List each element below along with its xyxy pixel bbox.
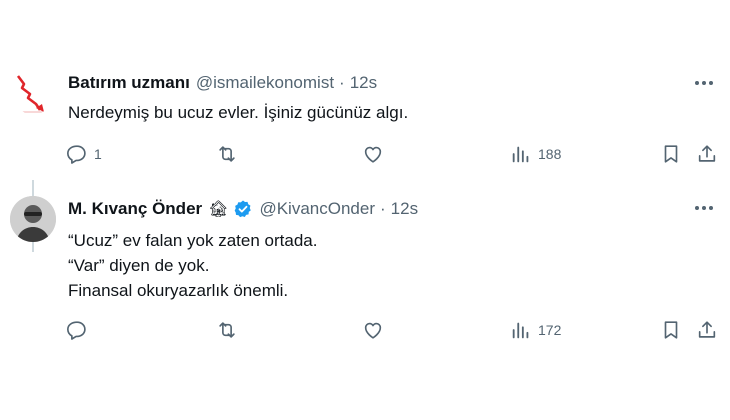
more-icon xyxy=(695,206,713,210)
tweet-text-line: Nerdeymiş bu ucuz evler. İşiniz gücünüz … xyxy=(68,103,409,122)
more-icon xyxy=(695,81,713,85)
views-chart-icon xyxy=(512,146,529,163)
heart-icon xyxy=(364,146,382,163)
views-button[interactable]: 188 xyxy=(510,142,561,166)
separator-dot: · xyxy=(339,73,345,92)
bookmark-icon xyxy=(664,321,678,339)
avatar[interactable] xyxy=(10,196,56,242)
tweet-text: “Ucuz” ev falan yok zaten ortada. “Var” … xyxy=(68,228,317,303)
like-button[interactable] xyxy=(362,318,390,342)
reply-button[interactable] xyxy=(66,318,94,342)
tweet-text-line: Finansal okuryazarlık önemli. xyxy=(68,281,289,300)
more-options-button[interactable] xyxy=(692,200,716,216)
heart-icon xyxy=(364,322,382,339)
more-options-button[interactable] xyxy=(692,75,716,91)
tweet-text-line: “Ucuz” ev falan yok zaten ortada. xyxy=(68,231,318,250)
share-button[interactable] xyxy=(696,142,718,166)
tweet-actions: 172 xyxy=(66,318,722,342)
author-name[interactable]: M. Kıvanç Önder xyxy=(68,199,202,219)
reply-button[interactable]: 1 xyxy=(66,142,102,166)
house-emoji: 🏚 xyxy=(208,201,229,218)
view-count: 172 xyxy=(538,322,562,338)
bookmark-button[interactable] xyxy=(660,142,682,166)
share-icon xyxy=(698,321,716,338)
author-handle[interactable]: @ismailekonomist xyxy=(196,73,334,93)
profile-photo-icon xyxy=(10,196,56,242)
tweet-time[interactable]: 12s xyxy=(350,73,377,93)
views-chart-icon xyxy=(512,322,529,339)
verified-icon xyxy=(235,200,252,218)
avatar[interactable] xyxy=(10,68,56,114)
tweet[interactable]: M. Kıvanç Önder 🏚 @KivancOnder · 12s “Uc… xyxy=(0,190,730,350)
tweet-header: M. Kıvanç Önder 🏚 @KivancOnder · 12s xyxy=(68,198,418,220)
view-count: 188 xyxy=(538,146,562,162)
author-handle[interactable]: @KivancOnder xyxy=(259,199,375,219)
tweet[interactable]: Batırım uzmanı @ismailekonomist · 12s Ne… xyxy=(0,62,730,252)
share-icon xyxy=(698,145,716,162)
retweet-button[interactable] xyxy=(216,318,244,342)
tweet-header: Batırım uzmanı @ismailekonomist · 12s xyxy=(68,72,377,94)
reply-count: 1 xyxy=(94,146,102,162)
tweet-actions: 1 188 xyxy=(66,142,722,166)
retweet-icon xyxy=(219,322,235,338)
reply-icon xyxy=(67,145,86,164)
tweet-text: Nerdeymiş bu ucuz evler. İşiniz gücünüz … xyxy=(68,100,408,125)
share-button[interactable] xyxy=(696,318,718,342)
tweet-text-line: “Var” diyen de yok. xyxy=(68,256,210,275)
views-button[interactable]: 172 xyxy=(510,318,561,342)
separator-dot: · xyxy=(379,199,386,218)
falling-chart-avatar-icon xyxy=(10,68,56,114)
retweet-button[interactable] xyxy=(216,142,244,166)
author-name[interactable]: Batırım uzmanı xyxy=(68,73,190,93)
like-button[interactable] xyxy=(362,142,390,166)
reply-icon xyxy=(67,321,86,340)
tweet-time[interactable]: 12s xyxy=(391,199,418,219)
retweet-icon xyxy=(219,146,235,162)
bookmark-button[interactable] xyxy=(660,318,682,342)
verified-badge xyxy=(233,199,253,219)
bookmark-icon xyxy=(664,145,678,163)
